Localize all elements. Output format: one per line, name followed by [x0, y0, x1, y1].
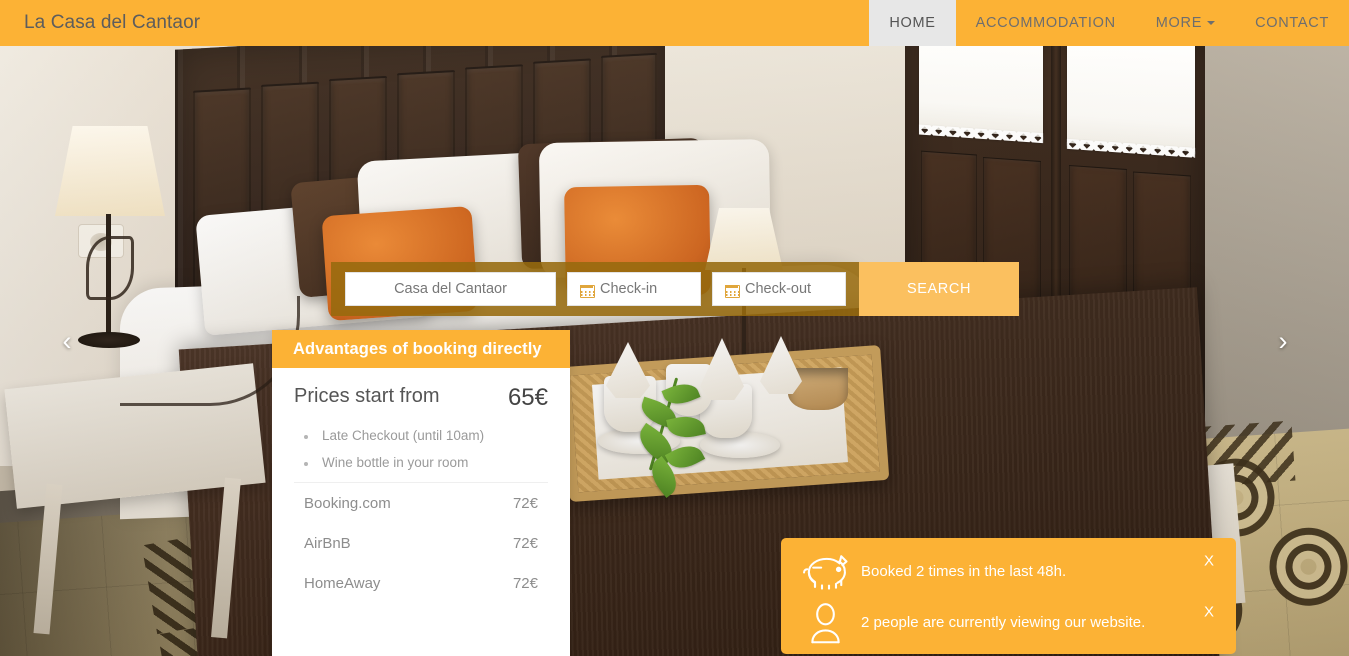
advantages-panel: Advantages of booking directly Prices st… [272, 330, 570, 656]
ota-price: 72€ [512, 574, 538, 592]
direct-price-label: Prices start from [294, 385, 440, 407]
checkin-placeholder: Check-in [600, 281, 658, 297]
table-lamp-shade [55, 126, 165, 216]
lamp-scrollwork [86, 236, 134, 300]
calendar-icon [725, 283, 740, 298]
notification-booked-count: Booked 2 times in the last 48h. X [781, 546, 1236, 597]
table-row: AirBnB 72€ [294, 523, 548, 563]
ota-name: AirBnB [304, 534, 351, 552]
notification-text: 2 people are currently viewing our websi… [861, 614, 1146, 631]
notification-stack: Booked 2 times in the last 48h. X 2 peop… [781, 538, 1236, 654]
checkout-date-input[interactable]: Check-out [712, 272, 846, 306]
notification-text: Booked 2 times in the last 48h. [861, 563, 1067, 580]
nav-item-home[interactable]: HOME [869, 0, 956, 46]
piggy-bank-icon [801, 551, 857, 593]
top-navbar: La Casa del Cantaor HOME ACCOMMODATION M… [0, 0, 1349, 46]
property-input-value: Casa del Cantaor [394, 281, 507, 297]
calendar-icon [580, 283, 595, 298]
close-icon[interactable]: X [1204, 605, 1214, 620]
ota-price: 72€ [512, 494, 538, 512]
property-input[interactable]: Casa del Cantaor [345, 272, 556, 306]
direct-price-value: 65€ [507, 384, 548, 411]
list-item: Wine bottle in your room [294, 455, 548, 470]
nav-item-label: HOME [889, 15, 936, 31]
chevron-down-icon [1207, 21, 1216, 25]
notification-viewers-count: 2 people are currently viewing our websi… [781, 597, 1236, 648]
carousel-prev-chevron-left-icon[interactable]: ‹ [50, 324, 84, 358]
table-row: HomeAway 72€ [294, 563, 548, 603]
perks-list: Late Checkout (until 10am) Wine bottle i… [294, 428, 548, 470]
checkin-date-input[interactable]: Check-in [567, 272, 701, 306]
person-icon [801, 602, 857, 644]
direct-price-row: Prices start from 65€ [294, 384, 548, 412]
ota-name: Booking.com [304, 494, 391, 512]
brand-title[interactable]: La Casa del Cantaor [24, 0, 200, 46]
nav-item-accommodation[interactable]: ACCOMMODATION [956, 0, 1136, 46]
ota-name: HomeAway [304, 574, 381, 592]
checkout-placeholder: Check-out [745, 281, 812, 297]
search-fields-group: Casa del Cantaor Check-in Check-out [331, 262, 846, 316]
nav-item-label: CONTACT [1255, 15, 1329, 31]
carousel-next-chevron-right-icon[interactable]: › [1266, 324, 1300, 358]
advantages-panel-body: Prices start from 65€ Late Checkout (unt… [272, 368, 570, 470]
list-item: Late Checkout (until 10am) [294, 428, 548, 443]
page-root: ‹ › Casa del Cantaor Check-in Check-out … [0, 0, 1349, 656]
nav-item-contact[interactable]: CONTACT [1235, 0, 1349, 46]
nav-item-more[interactable]: MORE [1136, 0, 1235, 46]
close-icon[interactable]: X [1204, 554, 1214, 569]
nav-item-label: MORE [1155, 15, 1203, 31]
ota-comparison-list: Booking.com 72€ AirBnB 72€ HomeAway 72€ [272, 483, 570, 603]
table-row: Booking.com 72€ [294, 483, 548, 523]
search-button[interactable]: SEARCH [859, 262, 1019, 316]
booking-search-bar: Casa del Cantaor Check-in Check-out SEAR… [331, 262, 1019, 316]
nav-item-label: ACCOMMODATION [975, 15, 1116, 31]
advantages-panel-title: Advantages of booking directly [272, 330, 570, 368]
nav-links: HOME ACCOMMODATION MORE CONTACT [869, 0, 1349, 46]
ota-price: 72€ [512, 534, 538, 552]
